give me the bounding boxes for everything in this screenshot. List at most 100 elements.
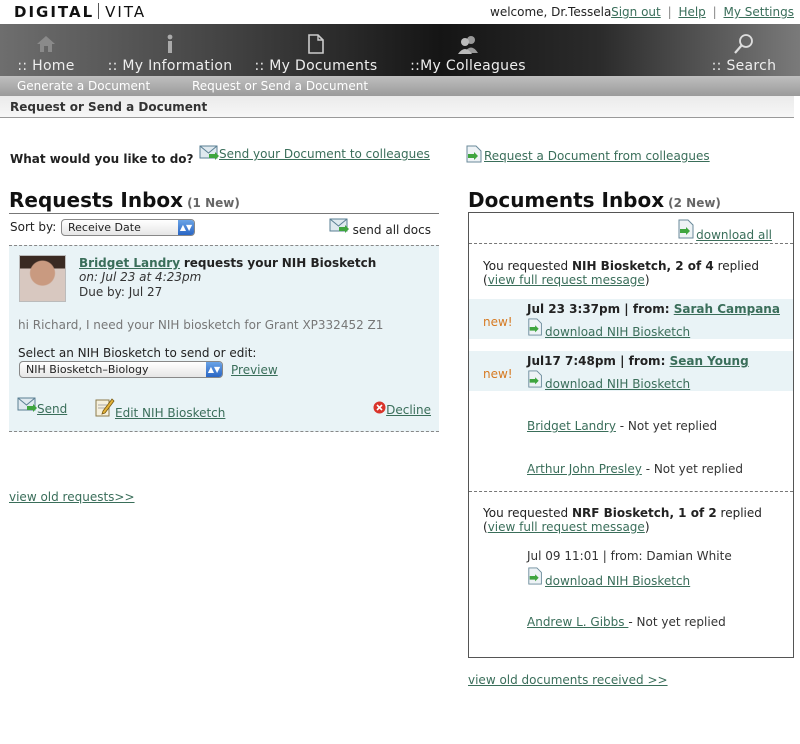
subnav-request-or-send[interactable]: Request or Send a Document — [192, 79, 368, 93]
download-all-link[interactable]: download all — [696, 228, 772, 242]
send-link[interactable]: Send — [37, 402, 67, 416]
request-due: Due by: Jul 27 — [79, 285, 163, 299]
requests-new-count: (1 New) — [187, 196, 240, 210]
pending-status: - Not yet replied — [615, 419, 718, 433]
nav-my-information[interactable]: :: My Information — [100, 24, 240, 76]
received-date: Jul17 7:48pm | from: — [527, 354, 666, 368]
nav-home-label: :: Home — [17, 58, 75, 74]
edit-biosketch-button[interactable]: Edit NIH Biosketch — [95, 397, 225, 420]
select-arrows-icon: ▲▼ — [206, 362, 222, 377]
breadcrumb-bar: Request or Send a Document — [0, 96, 794, 118]
link-separator: | — [712, 5, 717, 19]
sort-select-value: Receive Date — [68, 221, 141, 234]
pending-person-link[interactable]: Bridget Landry — [527, 419, 616, 433]
group-doc: NRF Biosketch, 1 of 2 — [571, 506, 717, 520]
edit-biosketch-link[interactable]: Edit NIH Biosketch — [115, 406, 225, 420]
sort-select[interactable]: Receive Date ▲▼ — [61, 219, 195, 236]
send-document-link[interactable]: Send your Document to colleagues — [219, 147, 430, 161]
view-old-requests-link[interactable]: view old requests>> — [9, 490, 135, 504]
subnav-generate-document[interactable]: Generate a Document — [17, 79, 150, 93]
logo-left: DIGITAL — [14, 3, 95, 21]
search-icon — [696, 33, 792, 55]
download-all[interactable]: download all — [678, 219, 772, 242]
pending-person-link[interactable]: Andrew L. Gibbs — [527, 615, 628, 629]
new-badge: new! — [483, 367, 513, 381]
view-full-request-link[interactable]: view full request message — [488, 273, 645, 287]
request-group-sub: (view full request message) — [483, 273, 650, 287]
send-mail-icon — [199, 145, 219, 160]
request-group-title: You requested NIH Biosketch, 2 of 4 repl… — [483, 259, 759, 273]
info-icon — [100, 33, 240, 55]
biosketch-select[interactable]: NIH Biosketch–Biology ▲▼ — [19, 361, 223, 378]
download-link[interactable]: download NIH Biosketch — [545, 574, 690, 588]
download-link[interactable]: download NIH Biosketch — [545, 377, 690, 391]
top-bar: DIGITAL VITA welcome, Dr.Tessela Sign out… — [0, 0, 800, 24]
logo: DIGITAL VITA — [14, 3, 146, 21]
view-old-documents-link[interactable]: view old documents received >> — [468, 673, 668, 687]
logo-separator — [98, 3, 100, 19]
documents-new-count: (2 New) — [668, 196, 721, 210]
request-message: hi Richard, I need your NIH biosketch fo… — [18, 318, 384, 332]
request-doc-icon — [466, 145, 482, 163]
download-row[interactable]: download NIH Biosketch — [527, 318, 690, 339]
nav-home[interactable]: :: Home — [0, 24, 92, 76]
send-button[interactable]: Send — [17, 397, 67, 416]
request-document-action[interactable]: Request a Document from colleagues — [466, 145, 710, 163]
logo-right: VITA — [105, 3, 147, 21]
sender-link[interactable]: Sarah Campana — [674, 302, 780, 316]
pending-status: - Not yet replied — [641, 462, 744, 476]
send-mail-icon — [17, 397, 37, 412]
sub-nav: Generate a Document Request or Send a Do… — [0, 76, 800, 96]
divider — [469, 491, 793, 492]
received-line: Jul 23 3:37pm | from: Sarah Campana — [527, 302, 780, 316]
decline-link[interactable]: Decline — [386, 403, 431, 417]
download-link[interactable]: download NIH Biosketch — [545, 325, 690, 339]
nav-my-information-label: :: My Information — [107, 58, 233, 74]
main-nav: :: Home :: My Information :: My Document… — [0, 24, 800, 76]
decline-button[interactable]: Decline — [373, 401, 431, 417]
my-settings-link[interactable]: My Settings — [724, 5, 795, 19]
list-item: Bridget Landry - Not yet replied — [527, 419, 717, 433]
group-suffix: replied — [720, 506, 762, 520]
request-card: Bridget Landry requests your NIH Biosket… — [9, 245, 439, 432]
sender-link[interactable]: Sean Young — [670, 354, 749, 368]
download-doc-icon — [678, 219, 694, 239]
view-full-request-link[interactable]: view full request message — [488, 520, 645, 534]
download-doc-icon — [528, 567, 542, 585]
nav-my-colleagues[interactable]: ::My Colleagues — [400, 24, 536, 76]
documents-inbox-heading: Documents Inbox — [468, 188, 665, 212]
sign-out-link[interactable]: Sign out — [611, 5, 661, 19]
send-all-docs[interactable]: send all docs — [329, 218, 431, 237]
nav-my-documents[interactable]: :: My Documents — [248, 24, 384, 76]
request-document-link[interactable]: Request a Document from colleagues — [484, 149, 710, 163]
download-doc-icon — [528, 370, 542, 388]
link-separator: | — [667, 5, 672, 19]
send-mail-icon — [329, 218, 349, 233]
preview-link[interactable]: Preview — [231, 363, 278, 377]
received-date: Jul 23 3:37pm | from: — [527, 302, 670, 316]
decline-x-icon — [373, 401, 386, 414]
requester-link[interactable]: Bridget Landry — [79, 256, 180, 270]
new-badge: new! — [483, 315, 513, 329]
request-group-sub: (view full request message) — [483, 520, 650, 534]
pending-person-link[interactable]: Arthur John Presley — [527, 462, 642, 476]
colleagues-icon — [400, 33, 536, 55]
sort-label: Sort by: — [10, 220, 57, 234]
requested-doc: NIH Biosketch — [281, 256, 377, 270]
request-group-title: You requested NRF Biosketch, 1 of 2 repl… — [483, 506, 762, 520]
divider — [469, 243, 793, 244]
list-item: new! Jul 23 3:37pm | from: Sarah Campana… — [469, 299, 793, 339]
group-suffix: replied — [717, 259, 759, 273]
help-link[interactable]: Help — [678, 5, 705, 19]
nav-search-label: :: Search — [711, 58, 777, 74]
download-row[interactable]: download NIH Biosketch — [527, 567, 690, 588]
pending-status: - Not yet replied — [628, 615, 726, 629]
download-row[interactable]: download NIH Biosketch — [527, 370, 690, 391]
received-line: Jul 09 11:01 | from: Damian White — [527, 549, 732, 563]
send-document-action[interactable]: Send your Document to colleagues — [199, 145, 430, 161]
requests-inbox-title: Requests Inbox (1 New) — [9, 188, 240, 212]
requests-inbox-heading: Requests Inbox — [9, 188, 184, 212]
top-links: Sign out | Help | My Settings — [611, 5, 794, 19]
nav-search[interactable]: :: Search — [696, 24, 792, 76]
welcome-text: welcome, Dr.Tessela — [490, 5, 612, 19]
